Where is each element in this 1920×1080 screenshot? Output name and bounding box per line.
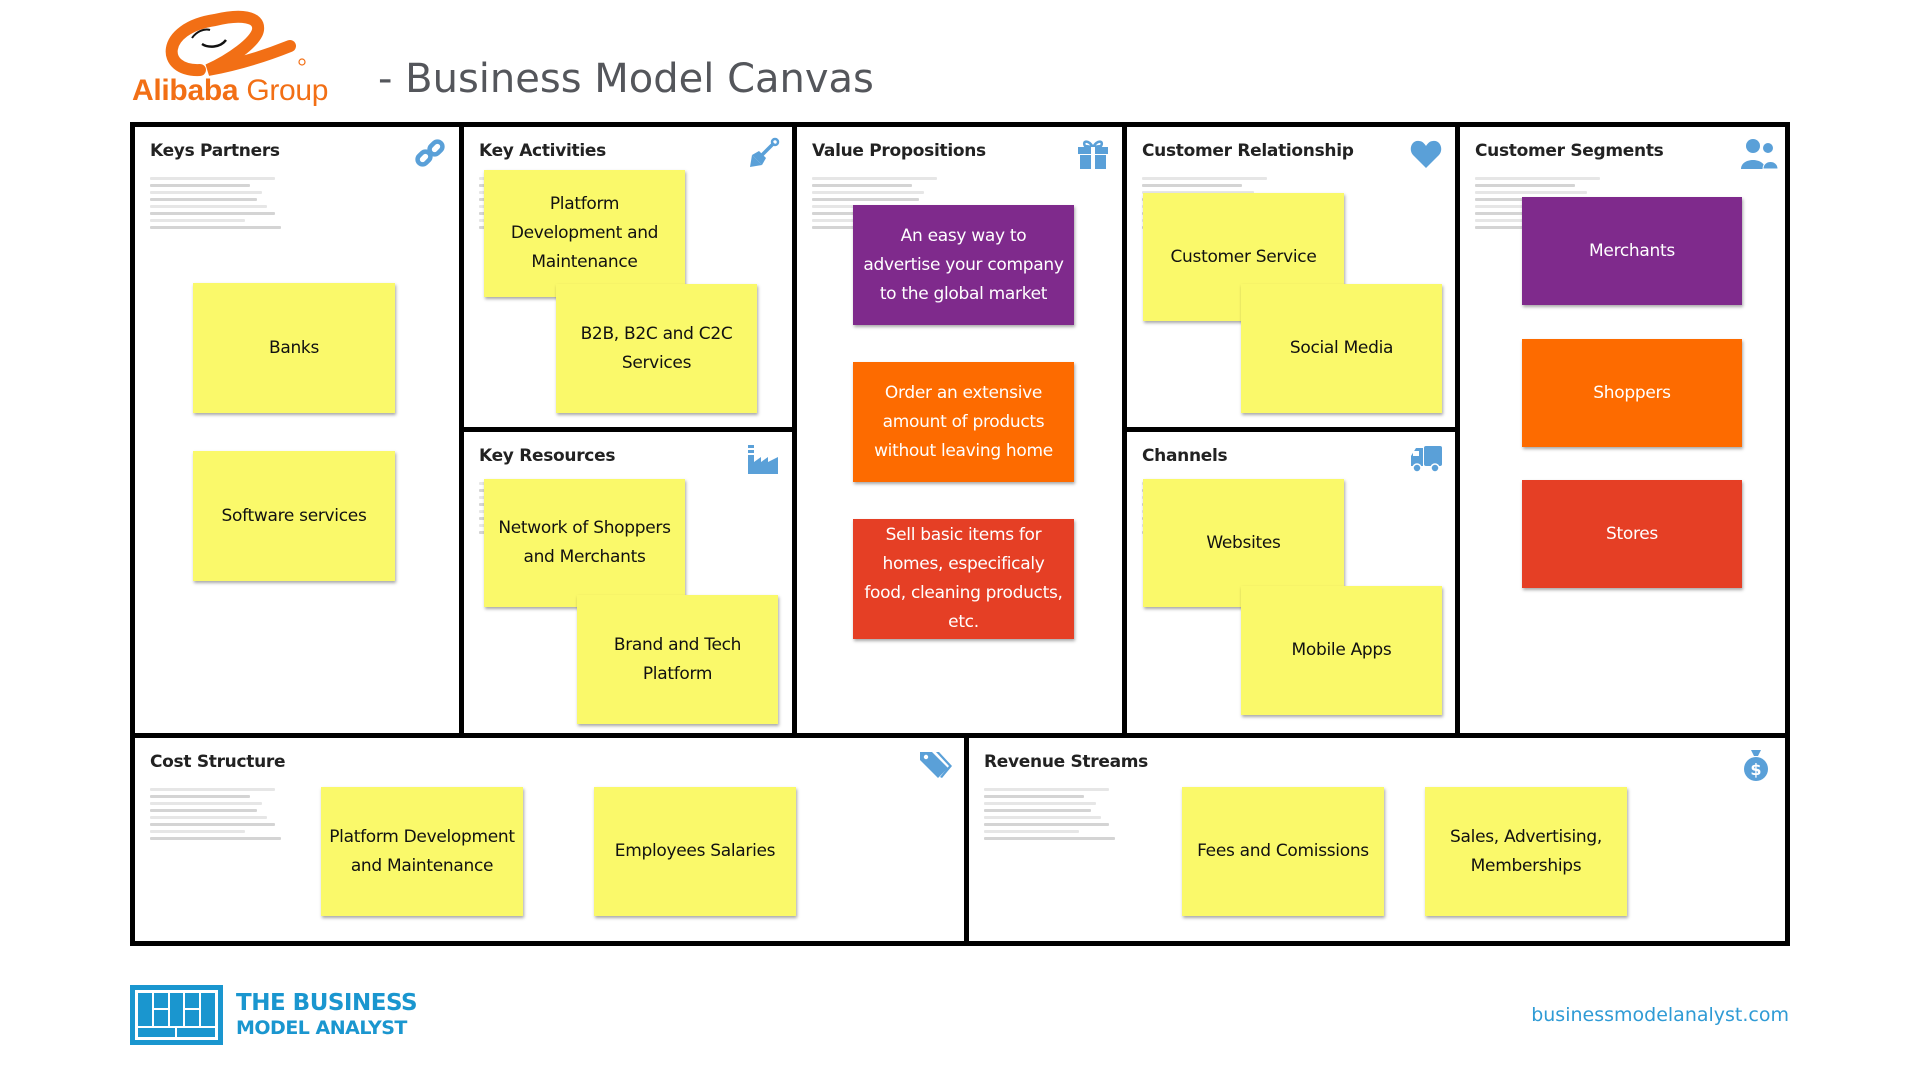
- footer-brand-line-1: THE BUSINESS: [236, 990, 418, 1016]
- svg-text:$: $: [1750, 760, 1761, 779]
- sticky-note[interactable]: Employees Salaries: [594, 787, 796, 916]
- sticky-note[interactable]: Software services: [193, 451, 395, 581]
- placeholder-text-lines: [150, 177, 282, 233]
- alibaba-wordmark: Alibaba Group: [132, 74, 329, 108]
- shovel-icon: [746, 137, 780, 171]
- alibaba-smile-icon: [165, 10, 306, 76]
- block-title: Customer Relationship: [1142, 141, 1354, 161]
- business-model-analyst-logo-icon: [130, 985, 223, 1045]
- factory-icon: [746, 442, 780, 476]
- block-revenue-streams: Revenue Streams $ Fees and Comissions Sa…: [964, 733, 1790, 946]
- tags-icon: [918, 748, 952, 782]
- link-icon: [413, 137, 447, 171]
- sticky-note[interactable]: Mobile Apps: [1241, 586, 1442, 715]
- logo-word-bold: Alibaba: [132, 74, 239, 107]
- sticky-note[interactable]: Banks: [193, 283, 395, 413]
- sticky-note[interactable]: Sell basic items for homes, especificaly…: [853, 519, 1074, 639]
- footer-website-link[interactable]: businessmodelanalyst.com: [1531, 1004, 1789, 1026]
- gift-icon: [1076, 137, 1110, 171]
- placeholder-text-lines: [150, 788, 282, 844]
- sticky-note[interactable]: Stores: [1522, 480, 1742, 588]
- users-icon: [1739, 137, 1779, 171]
- block-customer-segments: Customer Segments Merchants Shoppers Sto…: [1455, 122, 1790, 738]
- sticky-note[interactable]: Platform Development and Maintenance: [321, 787, 523, 916]
- sticky-note[interactable]: Fees and Comissions: [1182, 787, 1384, 916]
- sticky-note[interactable]: Merchants: [1522, 197, 1742, 305]
- block-customer-relationship: Customer Relationship Customer Service S…: [1122, 122, 1460, 432]
- sticky-note[interactable]: Shoppers: [1522, 339, 1742, 447]
- sticky-note[interactable]: Brand and Tech Platform: [577, 595, 778, 724]
- sticky-note[interactable]: Sales, Advertising, Memberships: [1425, 787, 1627, 916]
- block-key-resources: Key Resources Network of Shoppers and Me…: [459, 427, 797, 738]
- block-title: Keys Partners: [150, 141, 280, 161]
- logo-word-light: Group: [246, 74, 329, 107]
- money-bag-icon: $: [1739, 748, 1773, 782]
- footer-brand-line-2: MODEL ANALYST: [236, 1017, 407, 1039]
- block-title: Revenue Streams: [984, 752, 1148, 772]
- sticky-note[interactable]: B2B, B2C and C2C Services: [556, 284, 757, 413]
- block-cost-structure: Cost Structure Platform Development and …: [130, 733, 969, 946]
- block-key-partners: Keys Partners Banks Software services: [130, 122, 464, 738]
- sticky-note[interactable]: Order an extensive amount of products wi…: [853, 362, 1074, 482]
- block-title: Channels: [1142, 446, 1228, 466]
- block-title: Cost Structure: [150, 752, 286, 772]
- placeholder-text-lines: [984, 788, 1116, 844]
- block-title: Value Propositions: [812, 141, 986, 161]
- block-title: Customer Segments: [1475, 141, 1664, 161]
- block-channels: Channels Websites Mobile Apps: [1122, 427, 1460, 738]
- block-title: Key Resources: [479, 446, 616, 466]
- block-value-propositions: Value Propositions An easy way to advert…: [792, 122, 1127, 738]
- block-key-activities: Key Activities Platform Development and …: [459, 122, 797, 432]
- sticky-note[interactable]: Platform Development and Maintenance: [484, 170, 685, 297]
- page-title: - Business Model Canvas: [378, 56, 874, 102]
- sticky-note[interactable]: An easy way to advertise your company to…: [853, 205, 1074, 325]
- heart-icon: [1409, 137, 1443, 171]
- block-title: Key Activities: [479, 141, 606, 161]
- truck-icon: [1409, 442, 1443, 476]
- sticky-note[interactable]: Network of Shoppers and Merchants: [484, 479, 685, 607]
- sticky-note[interactable]: Social Media: [1241, 284, 1442, 413]
